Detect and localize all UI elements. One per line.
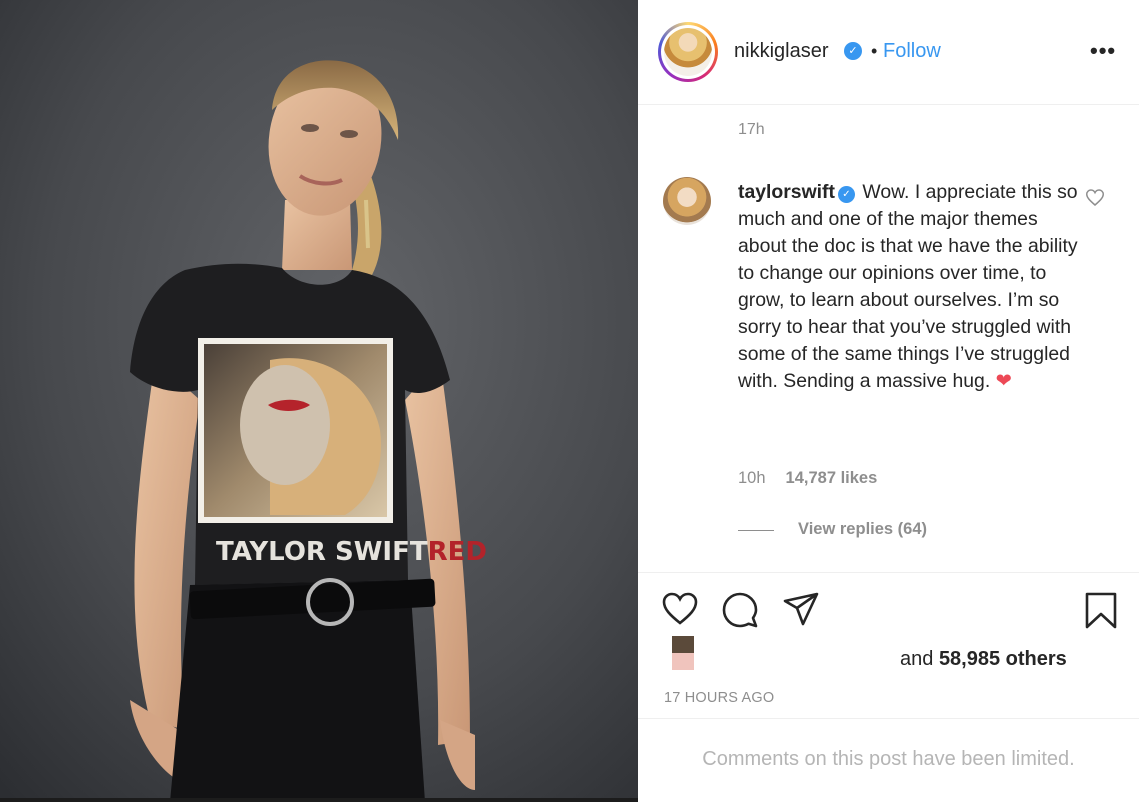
- photo-illustration: TAYLOR SWIFTRED: [0, 0, 638, 802]
- comments-limited-notice: Comments on this post have been limited.: [702, 748, 1075, 770]
- liked-by-text[interactable]: and 58,985 others: [900, 648, 1067, 671]
- author-avatar[interactable]: [658, 22, 718, 82]
- comment-body: taylorswift ✓ Wow. I appreciate this so m…: [738, 179, 1078, 395]
- photo-bottom-strip: [0, 798, 638, 802]
- post-header: nikkiglaser ✓ • Follow •••: [638, 0, 1139, 105]
- comment-like-heart-icon[interactable]: [1086, 189, 1104, 206]
- comment-text: Wow. I appreciate this so much and one o…: [738, 181, 1078, 392]
- commenter-username[interactable]: taylorswift: [738, 181, 835, 203]
- actions-divider: [638, 572, 1139, 573]
- bookmark-icon[interactable]: [1084, 592, 1118, 630]
- liked-by-prefix: and: [900, 648, 939, 670]
- comment-time[interactable]: 10h: [738, 469, 766, 487]
- post-side-panel: nikkiglaser ✓ • Follow ••• 17h taylorswi…: [638, 0, 1139, 802]
- header-separator: •: [871, 41, 878, 61]
- more-options-icon[interactable]: •••: [1090, 38, 1116, 64]
- verified-badge-icon: ✓: [844, 42, 862, 60]
- liked-by-avatars[interactable]: [672, 636, 694, 670]
- liked-by-count[interactable]: 58,985 others: [939, 648, 1067, 670]
- post-timestamp[interactable]: 17 HOURS AGO: [664, 690, 774, 706]
- heart-outline-icon[interactable]: [662, 592, 698, 626]
- heart-emoji-icon: ❤: [995, 370, 1012, 392]
- caption-timestamp[interactable]: 17h: [738, 121, 765, 139]
- author-username[interactable]: nikkiglaser: [734, 40, 828, 63]
- shirt-text: TAYLOR SWIFTRED: [216, 537, 487, 567]
- avatar-image: [664, 28, 712, 76]
- speech-bubble-icon[interactable]: [722, 592, 758, 628]
- liker-avatar: [672, 653, 694, 670]
- comment-likes-count[interactable]: 14,787 likes: [786, 469, 878, 487]
- view-replies-button[interactable]: View replies (64): [798, 520, 927, 539]
- liker-avatar: [672, 636, 694, 653]
- follow-button[interactable]: Follow: [883, 40, 941, 63]
- comment-meta: 10h 14,787 likes: [738, 469, 877, 488]
- paper-plane-icon[interactable]: [783, 592, 819, 626]
- replies-divider-line: [738, 530, 774, 531]
- commenter-verified-badge-icon: ✓: [837, 186, 855, 203]
- post-photo[interactable]: TAYLOR SWIFTRED: [0, 0, 638, 802]
- commenter-avatar[interactable]: [663, 177, 711, 225]
